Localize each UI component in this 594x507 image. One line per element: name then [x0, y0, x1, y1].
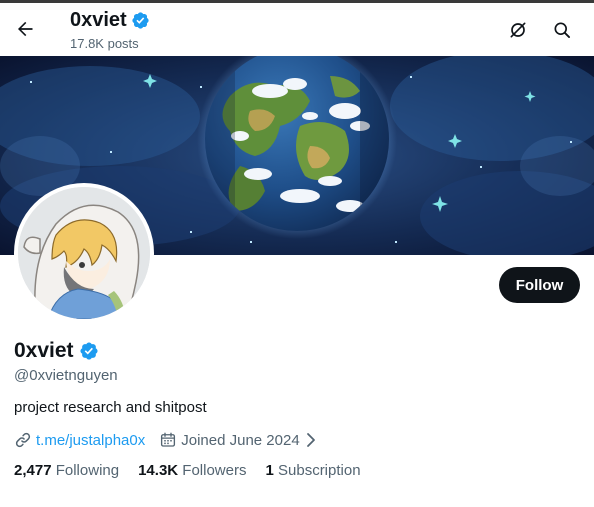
header-title: 0xviet	[70, 9, 150, 32]
followers-stat[interactable]: 14.3K Followers	[138, 462, 246, 479]
grok-button[interactable]	[501, 13, 535, 47]
verified-badge-icon[interactable]	[79, 341, 99, 361]
following-stat[interactable]: 2,477 Following	[14, 462, 119, 479]
verified-badge-icon	[132, 12, 149, 29]
search-icon	[554, 22, 570, 38]
subscriptions-count: 1	[265, 462, 274, 479]
back-button[interactable]	[8, 12, 42, 46]
following-count: 2,477	[14, 462, 52, 479]
header-post-count: 17.8K posts	[70, 36, 139, 51]
joined-date-text: Joined June 2024	[181, 431, 300, 449]
followers-count: 14.3K	[138, 462, 179, 479]
header-name: 0xviet	[70, 9, 127, 31]
avatar-image	[18, 187, 150, 319]
follow-button[interactable]: Follow	[499, 267, 580, 303]
calendar-icon	[161, 432, 176, 447]
link-icon	[15, 432, 31, 448]
profile-header: 0xviet 17.8K posts	[0, 3, 594, 56]
grok-icon	[510, 22, 526, 38]
subscriptions-stat[interactable]: 1 Subscription	[265, 462, 360, 479]
profile-avatar[interactable]	[14, 183, 154, 323]
subscriptions-label: Subscription	[278, 462, 361, 479]
profile-link-item: t.me/justalpha0x	[14, 431, 145, 449]
chevron-right-icon[interactable]	[304, 432, 318, 448]
search-button[interactable]	[545, 13, 579, 47]
profile-meta: t.me/justalpha0x Joined June 2024	[14, 430, 332, 450]
joined-date-item: Joined June 2024	[159, 431, 317, 449]
arrow-left-icon	[18, 21, 33, 37]
anime-character-avatar	[18, 187, 150, 319]
profile-name-text: 0xviet	[14, 339, 74, 362]
profile-website-link[interactable]: t.me/justalpha0x	[36, 432, 145, 449]
followers-label: Followers	[182, 462, 247, 479]
following-label: Following	[55, 462, 120, 479]
profile-bio: project research and shitpost	[14, 399, 207, 416]
profile-handle: @0xvietnguyen	[14, 367, 118, 384]
profile-display-name: 0xviet	[14, 339, 99, 363]
profile-stats: 2,477 Following 14.3K Followers 1 Subscr…	[14, 462, 380, 479]
